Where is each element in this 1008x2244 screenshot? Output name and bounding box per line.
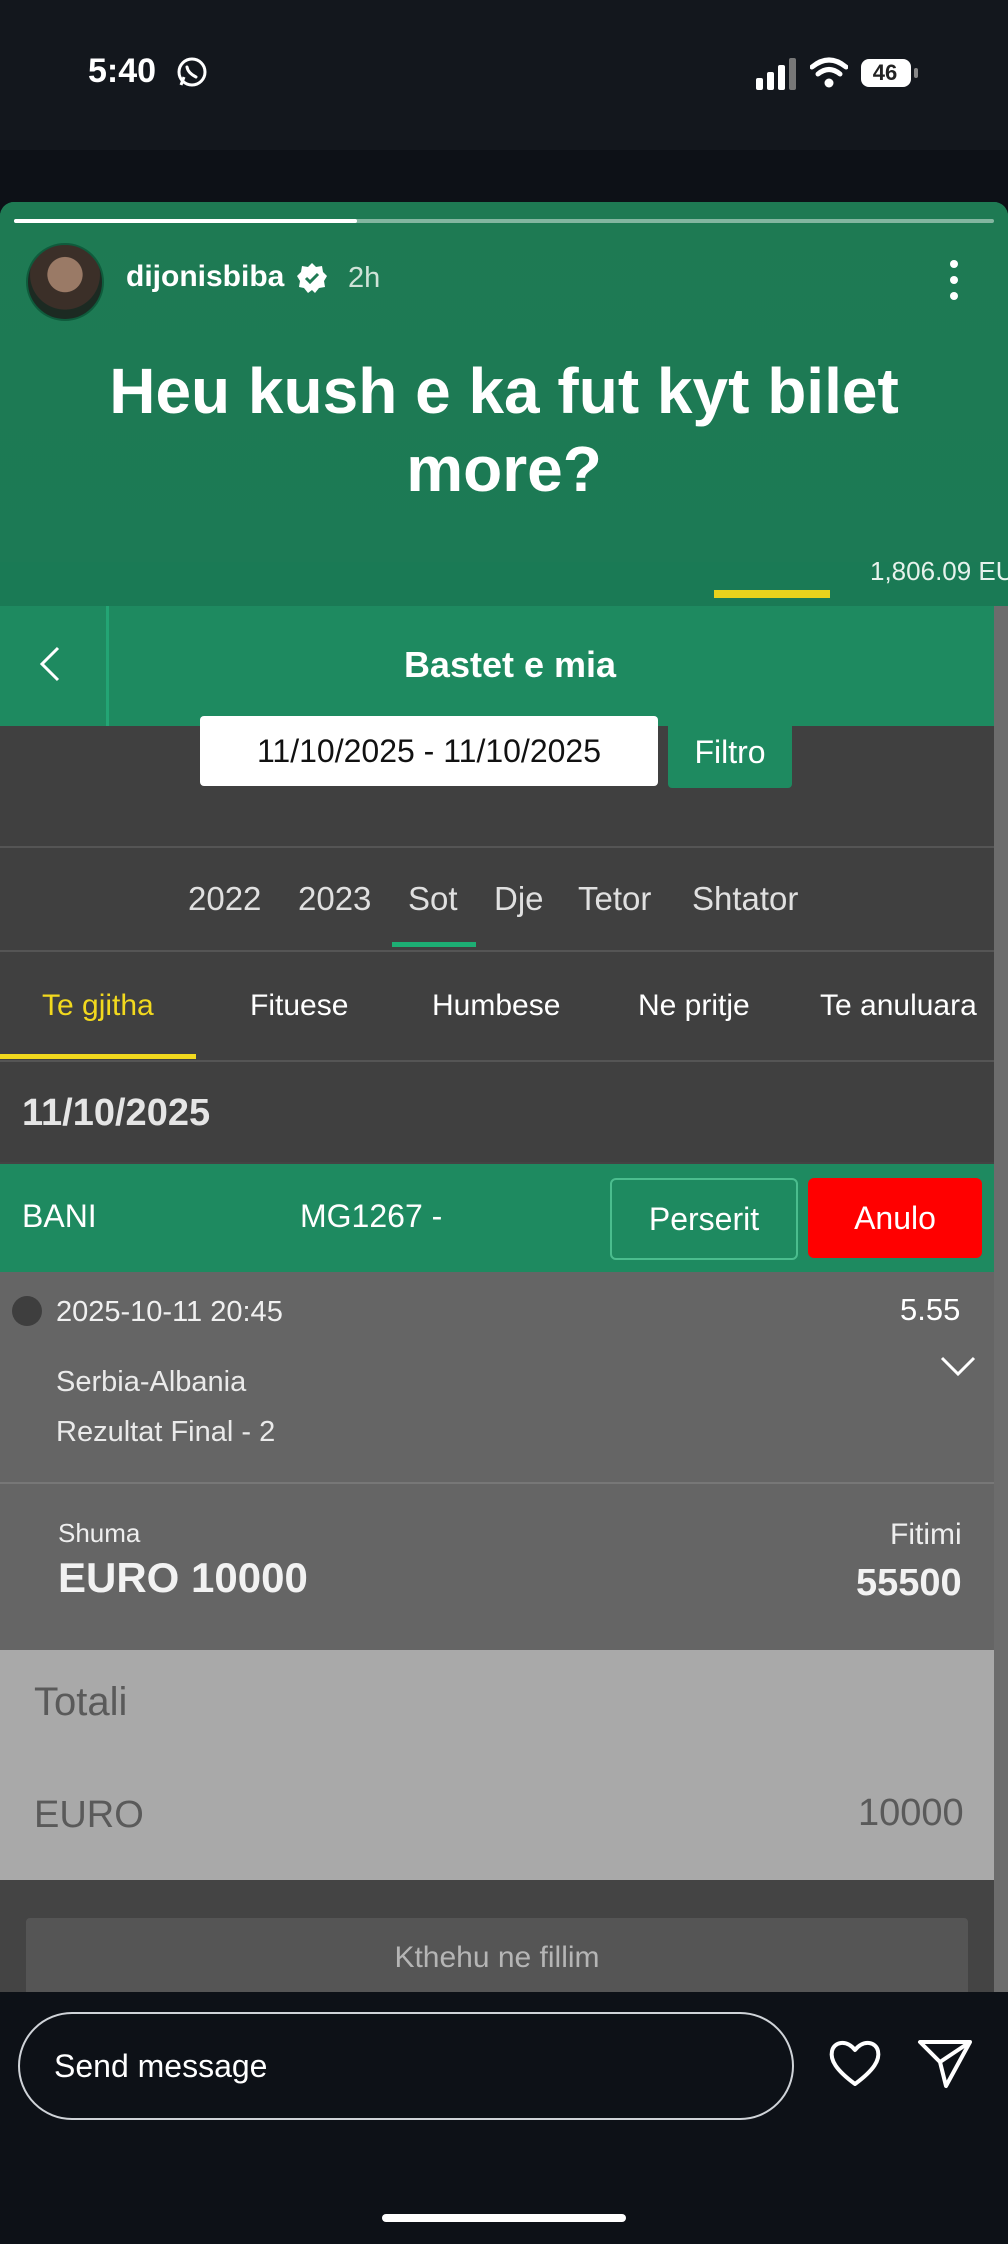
bet-type: BANI <box>22 1198 97 1234</box>
win-label: Fitimi <box>890 1518 962 1551</box>
username[interactable]: dijonisbiba <box>126 260 284 294</box>
period-september[interactable]: Shtator <box>692 848 798 950</box>
tab-active-underline <box>0 1054 196 1059</box>
active-indicator <box>714 590 830 598</box>
cellular-signal-icon <box>756 58 796 90</box>
story-progress-bar <box>14 219 994 223</box>
total-amount: 10000 <box>858 1792 964 1834</box>
repeat-bet-button[interactable]: Perserit <box>610 1178 798 1260</box>
more-options-icon[interactable] <box>944 256 964 304</box>
whatsapp-icon <box>177 57 207 87</box>
verified-badge-icon <box>297 263 327 293</box>
day-header: 11/10/2025 <box>0 1062 994 1162</box>
heart-icon[interactable] <box>826 2036 884 2090</box>
event-odds: 5.55 <box>900 1292 961 1327</box>
page-title: Bastet e mia <box>403 644 617 685</box>
home-indicator[interactable] <box>382 2214 626 2222</box>
filter-button[interactable]: Filtro <box>668 716 792 788</box>
balance: 1,806.09 EU <box>870 556 1008 586</box>
date-range-input[interactable]: 11/10/2025 - 11/10/2025 <box>200 716 658 786</box>
back-to-start-button[interactable]: Kthehu ne fillim <box>26 1918 968 1992</box>
period-row: 2022 2023 Sot Dje Tetor Shtator <box>0 848 994 952</box>
story-progress-fill <box>14 219 357 223</box>
chevron-down-icon[interactable] <box>938 1352 978 1380</box>
send-icon[interactable] <box>916 2036 974 2090</box>
period-active-underline <box>392 942 476 947</box>
back-arrow-icon[interactable] <box>30 640 72 688</box>
avatar[interactable] <box>26 243 104 321</box>
status-bar: 5:40 46 <box>0 0 1008 150</box>
bet-header: BANI MG1267 - Perserit Anulo <box>0 1164 994 1272</box>
story-caption: Heu kush e ka fut kyt bilet more? <box>109 355 899 505</box>
total-label: Totali <box>34 1680 128 1724</box>
event-market: Rezultat Final - 2 <box>56 1416 276 1448</box>
day-label: 11/10/2025 <box>22 1092 211 1134</box>
win-value: 55500 <box>856 1562 962 1604</box>
app-header: Bastet e mia <box>0 606 994 729</box>
story-caption-area: dijonisbiba 2h Heu kush e ka fut kyt bil… <box>0 202 1008 562</box>
tab-losing[interactable]: Humbese <box>432 952 560 1060</box>
app-top-strip: 1,806.09 EU <box>0 556 1008 606</box>
story-viewer: dijonisbiba 2h Heu kush e ka fut kyt bil… <box>0 202 1008 1992</box>
period-2023[interactable]: 2023 <box>298 848 371 950</box>
total-section: Totali EURO 10000 <box>0 1650 994 1880</box>
bet-amounts: Shuma EURO 10000 Fitimi 55500 <box>0 1484 994 1650</box>
cancel-bet-button[interactable]: Anulo <box>808 1178 982 1258</box>
bet-status-tabs: Te gjitha Fituese Humbese Ne pritje Te a… <box>0 952 994 1062</box>
bet-code: MG1267 - <box>300 1198 443 1234</box>
event-match: Serbia-Albania <box>56 1366 247 1398</box>
stake-label: Shuma <box>58 1518 141 1548</box>
betting-app-screenshot: 1,806.09 EU Bastet e mia 11/10/2025 - 11… <box>0 556 1008 1992</box>
tab-pending[interactable]: Ne pritje <box>638 952 750 1060</box>
total-currency: EURO <box>34 1794 144 1836</box>
period-yesterday[interactable]: Dje <box>494 848 544 950</box>
header-divider <box>106 606 109 726</box>
scrollbar[interactable] <box>994 606 1008 1992</box>
battery-level: 46 <box>872 60 898 85</box>
tab-cancelled[interactable]: Te anuluara <box>820 952 977 1060</box>
event-status-dot <box>12 1296 42 1326</box>
event-datetime: 2025-10-11 20:45 <box>56 1296 283 1328</box>
footer-row: Kthehu ne fillim <box>0 1880 994 1992</box>
period-2022[interactable]: 2022 <box>188 848 261 950</box>
clock: 5:40 <box>88 52 157 90</box>
bet-event: 2025-10-11 20:45 5.55 Serbia-Albania Rez… <box>0 1272 994 1484</box>
stake-value: EURO 10000 <box>58 1554 308 1601</box>
wifi-icon <box>810 57 848 88</box>
period-today[interactable]: Sot <box>408 848 458 950</box>
message-placeholder: Send message <box>54 2048 268 2084</box>
period-october[interactable]: Tetor <box>578 848 651 950</box>
tab-winning[interactable]: Fituese <box>250 952 348 1060</box>
tab-all[interactable]: Te gjitha <box>42 952 154 1060</box>
posted-time: 2h <box>348 262 381 294</box>
